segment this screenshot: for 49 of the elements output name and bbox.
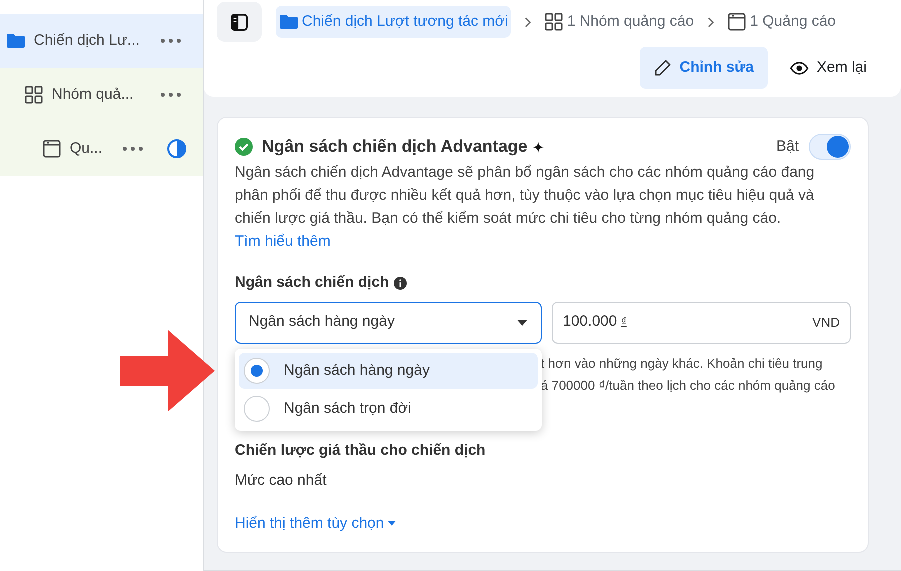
- breadcrumb[interactable]: 1 Nhóm quảng cáo: [544, 6, 694, 38]
- breadcrumb[interactable]: Chiến dịch Lượt tương tác mới: [276, 6, 512, 38]
- currency-code: VND: [812, 314, 840, 332]
- check-circle-icon: [235, 138, 253, 156]
- more-icon[interactable]: [123, 147, 143, 151]
- currency-symbol: ₫: [621, 315, 627, 330]
- info-icon: [394, 276, 408, 290]
- toggle-label: Bật: [776, 136, 799, 157]
- bid-strategy-value: Mức cao nhất: [235, 471, 327, 491]
- caret-down-icon: [517, 320, 528, 326]
- card-title: Ngân sách chiến dịch Advantage: [262, 136, 528, 158]
- sidebar-item-label: Chiến dịch Lư...: [34, 30, 141, 51]
- learn-more-link[interactable]: Tìm hiểu thêm: [235, 233, 331, 250]
- note-text: á 700000 ₫/tuần theo lịch cho các nhóm quảng cáo: [541, 376, 836, 394]
- sidebar-item[interactable]: Chiến dịch Lư...: [0, 14, 203, 68]
- chevron-right-icon: [525, 16, 532, 28]
- sidebar-toggle-button[interactable]: [217, 2, 262, 42]
- radio-button[interactable]: [244, 396, 270, 422]
- sidebar-item[interactable]: Qu...: [0, 122, 203, 176]
- pencil-icon: [654, 59, 672, 77]
- folder-icon: [279, 13, 299, 31]
- window-icon: [42, 140, 62, 158]
- grid-icon: [544, 13, 564, 31]
- sidebar-item-label: Nhóm quả...: [52, 84, 135, 105]
- caret-down-icon: [388, 521, 396, 526]
- edit-button[interactable]: Chỉnh sửa: [640, 47, 768, 89]
- sparkle-icon: [532, 142, 544, 152]
- budget-label: Ngân sách chiến dịch: [235, 273, 390, 293]
- breadcrumb[interactable]: 1 Quảng cáo: [727, 6, 836, 38]
- more-icon[interactable]: [161, 93, 181, 97]
- description: Ngân sách chiến dịch Advantage sẽ phân bổ ngân sách cho các nhóm quảng cáo đang phân phối để thu được nhiều kết quả hơn, tùy thuộc vào lựa chọn mục tiêu hiệu quả và chiến lược giá thầu. Bạn có thể kiểm soát mức chi tiêu cho từng nhóm quảng cáo. Tìm hiểu thêm: [235, 163, 816, 252]
- toggle-switch[interactable]: [809, 134, 851, 160]
- radio-button[interactable]: [244, 358, 270, 384]
- grid-icon: [24, 86, 44, 104]
- review-button[interactable]: Xem lại: [776, 47, 881, 89]
- sidebar-item[interactable]: Nhóm quả...: [0, 68, 203, 122]
- folder-icon: [6, 32, 26, 50]
- dropdown-option[interactable]: Ngân sách hàng ngày: [239, 353, 538, 389]
- more-options-link[interactable]: Hiển thị thêm tùy chọn: [235, 512, 396, 535]
- amount-value: 100.000: [563, 312, 618, 332]
- chevron-right-icon: [708, 16, 716, 28]
- window-icon: [727, 13, 748, 31]
- amount-field[interactable]: 100.000 ₫ VND: [552, 302, 851, 344]
- sidebar-item-label: Qu...: [70, 138, 104, 159]
- budget-type-select[interactable]: Ngân sách hàng ngày: [235, 302, 542, 344]
- eye-icon: [790, 62, 809, 74]
- more-icon[interactable]: [161, 39, 181, 43]
- sidebar-icon: [231, 14, 248, 30]
- bid-strategy-label: Chiến lược giá thầu cho chiến dịch: [235, 440, 486, 460]
